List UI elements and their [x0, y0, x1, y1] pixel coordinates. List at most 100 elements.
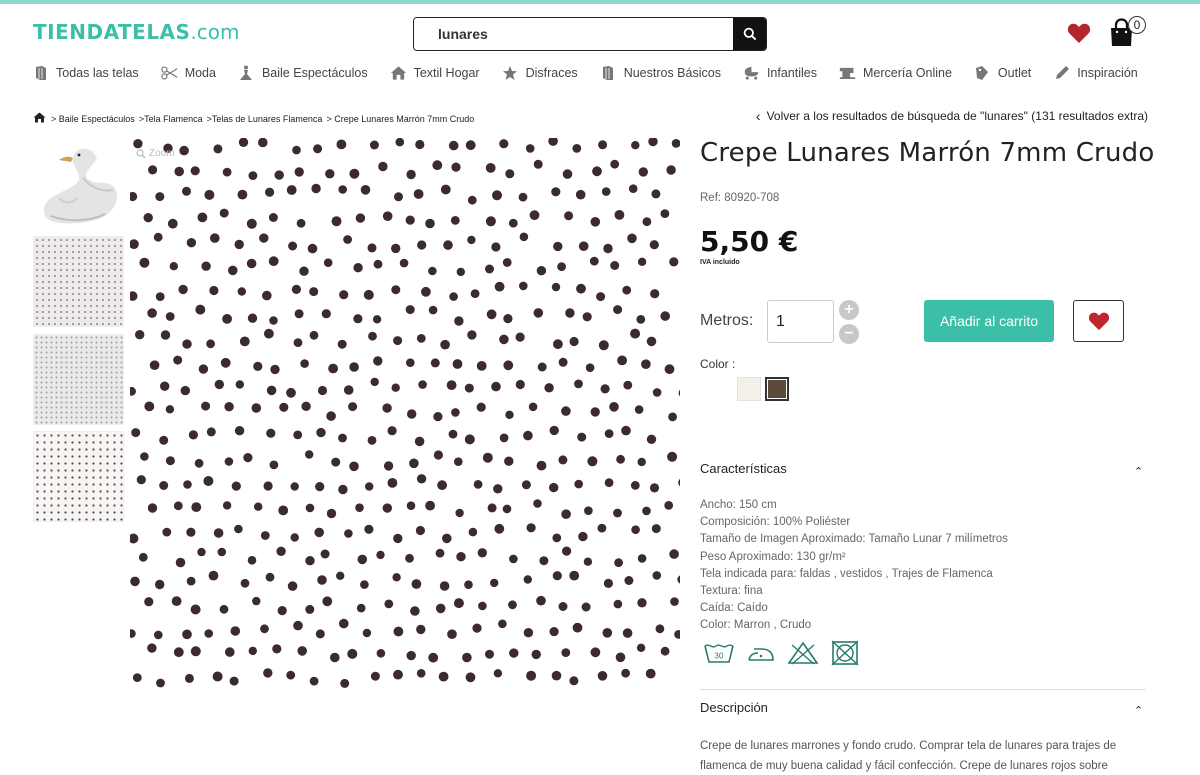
polka-dot — [182, 339, 192, 349]
site-logo[interactable]: TIENDATELAS .com — [33, 20, 240, 46]
polka-dot — [182, 629, 192, 640]
search-input[interactable] — [414, 18, 733, 50]
add-to-wishlist-button[interactable] — [1073, 300, 1124, 342]
nav-item-nuestros-basicos[interactable]: Nuestros Básicos — [600, 65, 721, 82]
description-heading[interactable]: Descripción — [700, 700, 768, 715]
polka-dot — [552, 533, 562, 543]
polka-dot — [482, 452, 493, 463]
color-swatch-marron[interactable] — [765, 377, 789, 401]
polka-dot — [548, 138, 558, 146]
polka-dot — [485, 163, 496, 173]
chevron-up-icon[interactable]: ⌃ — [1134, 704, 1143, 717]
decrease-quantity-button[interactable]: − — [839, 324, 859, 344]
polka-dot — [440, 184, 451, 195]
polka-dot — [175, 557, 186, 568]
nav-item-outlet[interactable]: Outlet — [974, 65, 1031, 82]
polka-dot — [378, 161, 388, 172]
polka-dot — [287, 581, 298, 591]
polka-dot — [435, 548, 445, 558]
polka-dot — [646, 434, 657, 444]
nav-item-todas-las-telas[interactable]: Todas las telas — [32, 65, 139, 82]
nav-item-infantiles[interactable]: Infantiles — [743, 65, 817, 82]
polka-dot — [331, 457, 341, 467]
polka-dot — [290, 482, 299, 491]
product-main-image[interactable] — [130, 138, 680, 688]
add-to-cart-button[interactable]: Añadir al carrito — [924, 300, 1054, 342]
spec-row: Caída: Caído — [700, 602, 768, 615]
polka-dot — [493, 669, 503, 678]
thumbnail-goose[interactable] — [33, 138, 124, 229]
polka-dot — [305, 450, 314, 459]
polka-dot — [130, 386, 136, 396]
polka-dot — [197, 547, 206, 557]
polka-dot — [201, 401, 211, 411]
polka-dot — [206, 339, 215, 349]
thumbnail-fabric-flat[interactable] — [33, 431, 124, 522]
color-swatch-crudo[interactable] — [737, 377, 761, 401]
nav-item-moda[interactable]: Moda — [160, 65, 216, 82]
polka-dot — [428, 305, 438, 315]
characteristics-heading[interactable]: Características — [700, 461, 787, 476]
nav-item-merceria-online[interactable]: Mercería Online — [839, 65, 952, 82]
quantity-input[interactable] — [767, 300, 834, 343]
polka-dot — [623, 380, 633, 390]
polka-dot — [621, 668, 630, 678]
polka-dot — [394, 192, 403, 202]
nav-item-textil-hogar[interactable]: Textil Hogar — [390, 65, 480, 82]
increase-quantity-button[interactable]: + — [839, 300, 859, 320]
iron-low-icon — [748, 648, 774, 661]
polka-dot — [253, 361, 263, 371]
home-icon[interactable] — [33, 112, 46, 125]
nav-item-inspiracion[interactable]: Inspiración — [1053, 65, 1138, 82]
nav-item-disfraces[interactable]: Disfraces — [502, 65, 578, 82]
thumbnail-fabric-fold[interactable] — [33, 334, 124, 425]
polka-dot — [160, 381, 170, 391]
polka-dot — [442, 533, 452, 544]
polka-dot — [416, 334, 426, 343]
polka-dot — [462, 652, 472, 663]
back-to-results-link[interactable]: ‹ Volver a los resultados de búsqueda de… — [756, 108, 1148, 124]
nav-item-baile-espectaculos[interactable]: Baile Espectáculos — [238, 65, 368, 82]
polka-dot — [515, 332, 525, 342]
polka-dot — [229, 676, 239, 686]
fabric-roll-icon — [600, 65, 617, 82]
thumbnail-fabric-drape[interactable] — [33, 236, 124, 327]
polka-dot — [448, 140, 459, 151]
top-accent-bar — [0, 0, 1200, 4]
cart-button[interactable]: 0 — [1109, 16, 1149, 48]
polka-dot — [160, 330, 171, 340]
polka-dot — [528, 402, 538, 412]
polka-dot — [276, 546, 286, 556]
polka-dot — [383, 461, 394, 471]
breadcrumb-item[interactable]: > Baile Espectáculos — [51, 114, 135, 124]
polka-dot — [133, 139, 143, 149]
polka-dot — [477, 548, 487, 558]
dancer-icon — [238, 65, 255, 82]
breadcrumb-item[interactable]: >Telas de Lunares Flamenca — [207, 114, 323, 124]
chevron-up-icon[interactable]: ⌃ — [1134, 465, 1143, 478]
zoom-control[interactable]: Zoom — [136, 148, 175, 159]
polka-dot — [339, 618, 349, 629]
search-button[interactable] — [733, 18, 766, 50]
polka-dot — [337, 339, 347, 349]
polka-dot — [494, 523, 505, 534]
polka-dot — [213, 144, 223, 154]
polka-dot — [159, 435, 169, 445]
polka-dot — [219, 604, 229, 614]
polka-dot — [470, 289, 480, 298]
breadcrumb-item: > Crepe Lunares Marrón 7mm Crudo — [326, 113, 475, 124]
polka-dot — [592, 166, 602, 177]
polka-dot — [558, 602, 568, 611]
polka-dot — [277, 606, 287, 616]
polka-dot — [360, 185, 371, 195]
polka-dot — [136, 475, 146, 485]
breadcrumb-item[interactable]: >Tela Flamenca — [139, 114, 203, 124]
polka-dot — [493, 484, 503, 494]
polka-dot — [356, 603, 366, 613]
wishlist-button[interactable] — [1067, 22, 1091, 44]
polka-dot — [393, 626, 404, 637]
polka-dot — [260, 531, 270, 540]
polka-dot — [286, 185, 297, 195]
polka-dot — [671, 139, 680, 148]
polka-dot — [367, 436, 377, 445]
